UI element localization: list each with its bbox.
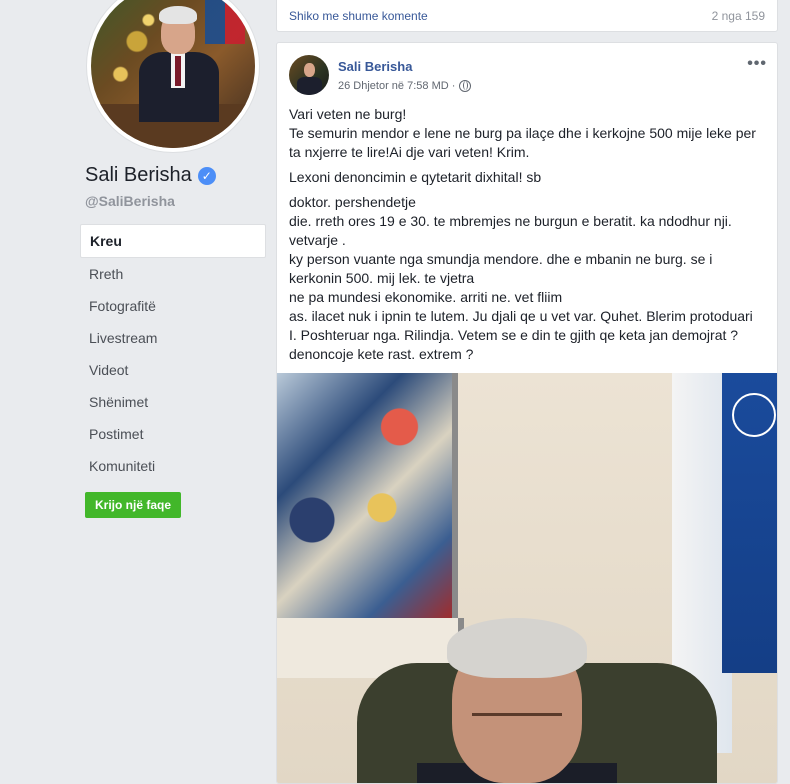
- post-line: I. Poshteruar nga. Rilindja. Vetem se e …: [289, 327, 739, 343]
- left-column: Sali Berisha ✓ @SaliBerisha Kreu Rreth F…: [0, 0, 276, 778]
- post-line: ky person vuante nga smundja mendore. dh…: [289, 251, 713, 267]
- post-timestamp[interactable]: 26 Dhjetor në 7:58 MD ·: [338, 80, 455, 92]
- post-line: doktor. pershendetje: [289, 194, 416, 210]
- post-line: ta nxjerre te lire!Ai dje vari veten! Kr…: [289, 144, 530, 160]
- nav-item-fotografite[interactable]: Fotografitë: [80, 290, 266, 322]
- post-paragraph: doktor. pershendetje die. rreth ores 19 …: [289, 193, 769, 364]
- more-comments-link[interactable]: Shiko me shume komente: [289, 9, 428, 23]
- post-line: kerkonin 500. mij lek. te vjetra: [289, 270, 475, 286]
- nav-item-kreu[interactable]: Kreu: [80, 224, 266, 258]
- page-handle[interactable]: @SaliBerisha: [85, 193, 175, 209]
- create-page-button[interactable]: Krijo një faqe: [85, 492, 182, 518]
- nav-item-videot[interactable]: Videot: [80, 354, 266, 386]
- post-line: Te semurin mendor e lene ne burg pa ilaç…: [289, 125, 756, 141]
- previous-post-footer: Shiko me shume komente 2 nga 159: [276, 0, 778, 32]
- verified-check-icon: ✓: [197, 166, 216, 185]
- nav-item-postimet[interactable]: Postimet: [80, 418, 266, 450]
- profile-photo: [91, 0, 255, 148]
- nav-item-shenimet[interactable]: Shënimet: [80, 386, 266, 418]
- post-paragraph: Lexoni denoncimin e qytetarit dixhital! …: [289, 168, 769, 187]
- post-author-avatar[interactable]: [289, 55, 329, 95]
- more-options-icon[interactable]: •••: [747, 55, 767, 73]
- post-paragraph: Vari veten ne burg! Te semurin mendor e …: [289, 105, 769, 162]
- nav-item-livestream[interactable]: Livestream: [80, 322, 266, 354]
- post-meta: 26 Dhjetor në 7:58 MD ·: [338, 80, 472, 92]
- post-line: ne pa mundesi ekonomike. arriti ne. vet …: [289, 289, 563, 305]
- post-line: vetvarje .: [289, 232, 346, 248]
- globe-icon[interactable]: [459, 80, 472, 92]
- nav-item-komuniteti[interactable]: Komuniteti: [80, 450, 266, 482]
- post-line: as. ilacet nuk i ipnin te lutem. Ju djal…: [289, 308, 753, 324]
- page-nav: Kreu Rreth Fotografitë Livestream Videot…: [80, 224, 266, 482]
- post-line: Vari veten ne burg!: [289, 106, 407, 122]
- post-line: denoncoje kete rast. extrem ?: [289, 346, 474, 362]
- nav-item-rreth[interactable]: Rreth: [80, 258, 266, 290]
- profile-picture[interactable]: [87, 0, 259, 152]
- post-card: Sali Berisha 26 Dhjetor në 7:58 MD · •••…: [276, 42, 778, 784]
- post-line: die. rreth ores 19 e 30. te mbremjes ne …: [289, 213, 732, 229]
- page-name-text[interactable]: Sali Berisha: [85, 164, 192, 187]
- page-title[interactable]: Sali Berisha ✓: [85, 164, 216, 187]
- post-author-name[interactable]: Sali Berisha: [338, 59, 412, 74]
- post-line: Lexoni denoncimin e qytetarit dixhital! …: [289, 169, 542, 185]
- comment-count: 2 nga 159: [711, 9, 765, 23]
- post-text: Vari veten ne burg! Te semurin mendor e …: [289, 105, 769, 370]
- post-photo[interactable]: [277, 373, 777, 783]
- wall-painting: [277, 373, 458, 624]
